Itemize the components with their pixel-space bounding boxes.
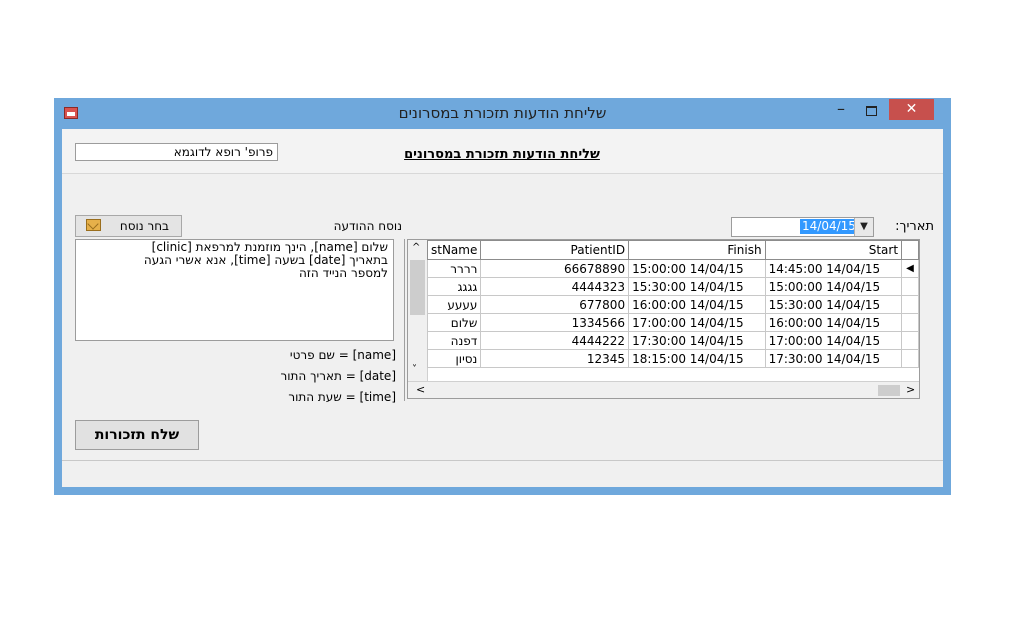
cell-finish[interactable]: 15:00:00 14/04/15 — [628, 259, 766, 278]
cell-finish[interactable]: 16:00:00 14/04/15 — [628, 295, 766, 314]
cell-start[interactable]: 15:00:00 14/04/15 — [764, 277, 903, 296]
cell-patient-id[interactable]: 4444222 — [480, 331, 630, 350]
close-button[interactable]: ✕ — [889, 99, 934, 120]
row-selector[interactable] — [901, 349, 919, 368]
message-textarea[interactable]: שלום [name], הינך מוזמנת למרפאת [clinic]… — [75, 239, 394, 341]
maximize-button[interactable] — [857, 102, 885, 122]
title-bar[interactable]: שליחת הודעות תזכורת במסרונים – ✕ — [54, 98, 951, 129]
cell-name[interactable]: דפנה — [426, 331, 482, 350]
column-header[interactable]: stName — [426, 240, 482, 260]
cell-finish[interactable]: 15:30:00 14/04/15 — [628, 277, 766, 296]
choose-template-button[interactable]: בחר נוסח — [75, 215, 182, 237]
row-selector[interactable] — [901, 313, 919, 332]
cell-start[interactable]: 17:30:00 14/04/15 — [764, 349, 903, 368]
legend-time: [time] = שעת התור — [288, 390, 396, 404]
row-selector[interactable] — [901, 331, 919, 350]
cell-start[interactable]: 14:45:00 14/04/15 — [764, 259, 903, 278]
date-value: 14/04/15 — [800, 219, 858, 234]
row-header-corner — [901, 240, 919, 260]
cell-patient-id[interactable]: 1334566 — [480, 313, 630, 332]
current-row-indicator-icon[interactable]: ◀ — [901, 259, 919, 278]
window-title: שליחת הודעות תזכורת במסרונים — [398, 104, 607, 122]
table-row[interactable]: עעעע 677800 16:00:00 14/04/15 15:30:00 1… — [426, 295, 919, 314]
template-label: נוסח ההודעה — [333, 219, 402, 233]
cell-patient-id[interactable]: 677800 — [480, 295, 630, 314]
form-heading: שליחת הודעות תזכורת במסרונים — [404, 147, 600, 162]
scroll-left-icon[interactable]: < — [416, 383, 425, 396]
cell-start[interactable]: 17:00:00 14/04/15 — [764, 331, 903, 350]
cell-finish[interactable]: 18:15:00 14/04/15 — [628, 349, 766, 368]
form-client-area: פרופ' רופא לדוגמא שליחת הודעות תזכורת במ… — [62, 129, 943, 487]
cell-patient-id[interactable]: 4444323 — [480, 277, 630, 296]
column-header[interactable]: PatientID — [480, 240, 630, 260]
panel-divider — [404, 239, 405, 401]
table-row[interactable]: נסיון 12345 18:15:00 14/04/15 17:30:00 1… — [426, 349, 919, 368]
grid-vertical-scrollbar[interactable]: ^ ˅ — [408, 240, 428, 381]
column-header[interactable]: Start — [764, 240, 903, 260]
choose-template-label: בחר נוסח — [119, 219, 169, 233]
status-divider — [62, 460, 943, 461]
scroll-thumb[interactable] — [410, 260, 425, 315]
table-row[interactable]: גגגג 4444323 15:30:00 14/04/15 15:00:00 … — [426, 277, 919, 296]
h-scroll-thumb[interactable] — [878, 385, 900, 396]
scroll-down-icon[interactable]: ˅ — [412, 364, 417, 375]
row-selector[interactable] — [901, 295, 919, 314]
cell-start[interactable]: 15:30:00 14/04/15 — [764, 295, 903, 314]
minimize-button[interactable]: – — [827, 101, 855, 122]
doctor-name-field[interactable]: פרופ' רופא לדוגמא — [75, 143, 278, 161]
table-row[interactable]: רררר 66678890 15:00:00 14/04/15 14:45:00… — [426, 259, 919, 278]
column-header[interactable]: Finish — [628, 240, 766, 260]
chevron-down-icon[interactable]: ▼ — [854, 218, 873, 236]
cell-name[interactable]: גגגג — [426, 277, 482, 296]
appointments-grid[interactable]: ^ ˅ stName PatientID Finish Start רררר 6… — [407, 239, 920, 399]
legend-name: [name] = שם פרטי — [289, 348, 396, 362]
cell-start[interactable]: 16:00:00 14/04/15 — [764, 313, 903, 332]
table-row[interactable]: דפנה 4444222 17:30:00 14/04/15 17:00:00 … — [426, 331, 919, 350]
cell-name[interactable]: שלום — [426, 313, 482, 332]
table-row[interactable]: שלום 1334566 17:00:00 14/04/15 16:00:00 … — [426, 313, 919, 332]
cell-patient-id[interactable]: 66678890 — [480, 259, 630, 278]
cell-patient-id[interactable]: 12345 — [480, 349, 630, 368]
cell-name[interactable]: נסיון — [426, 349, 482, 368]
scroll-right-icon[interactable]: > — [906, 383, 915, 396]
date-picker[interactable]: 14/04/15 ▼ — [731, 217, 874, 237]
header-row: stName PatientID Finish Start — [426, 240, 919, 260]
legend-date: [date] = תאריך התור — [280, 369, 396, 383]
date-label: תאריך: — [895, 219, 934, 234]
appointments-table: stName PatientID Finish Start רררר 66678… — [426, 240, 919, 368]
grid-horizontal-scrollbar[interactable]: < > — [408, 381, 919, 398]
header-band: פרופ' רופא לדוגמא שליחת הודעות תזכורת במ… — [62, 129, 943, 174]
app-window: שליחת הודעות תזכורת במסרונים – ✕ פרופ' ר… — [54, 98, 951, 495]
scroll-up-icon[interactable]: ^ — [412, 242, 420, 253]
row-selector[interactable] — [901, 277, 919, 296]
send-reminders-button[interactable]: שלח תזכורות — [75, 420, 199, 450]
message-line: למספר הנייד הזה — [298, 266, 388, 280]
cell-name[interactable]: רררר — [426, 259, 482, 278]
cell-name[interactable]: עעעע — [426, 295, 482, 314]
cell-finish[interactable]: 17:00:00 14/04/15 — [628, 313, 766, 332]
envelope-icon — [86, 219, 101, 231]
cell-finish[interactable]: 17:30:00 14/04/15 — [628, 331, 766, 350]
